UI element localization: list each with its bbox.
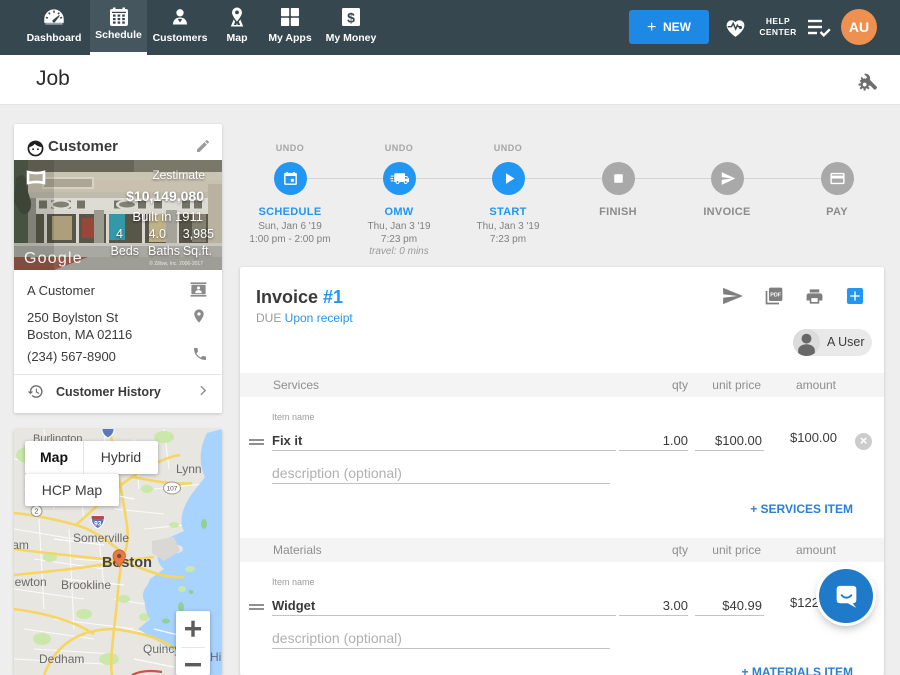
svg-text:Quincy: Quincy [143, 642, 180, 656]
svg-text:Waltham: Waltham [14, 538, 29, 552]
svg-text:107: 107 [167, 486, 178, 493]
svg-text:Somerville: Somerville [73, 531, 129, 545]
svg-text:Newton: Newton [14, 575, 47, 589]
svg-text:Dedham: Dedham [39, 652, 84, 666]
svg-text:Boston: Boston [102, 555, 152, 571]
svg-text:Hingham: Hingham [210, 650, 222, 664]
svg-text:PDF: PDF [770, 293, 782, 299]
svg-text:93: 93 [94, 521, 102, 528]
svg-text:$: $ [347, 9, 355, 25]
svg-text:Lynn: Lynn [176, 462, 202, 476]
svg-text:Brookline: Brookline [61, 578, 111, 592]
svg-text:2: 2 [35, 509, 39, 516]
